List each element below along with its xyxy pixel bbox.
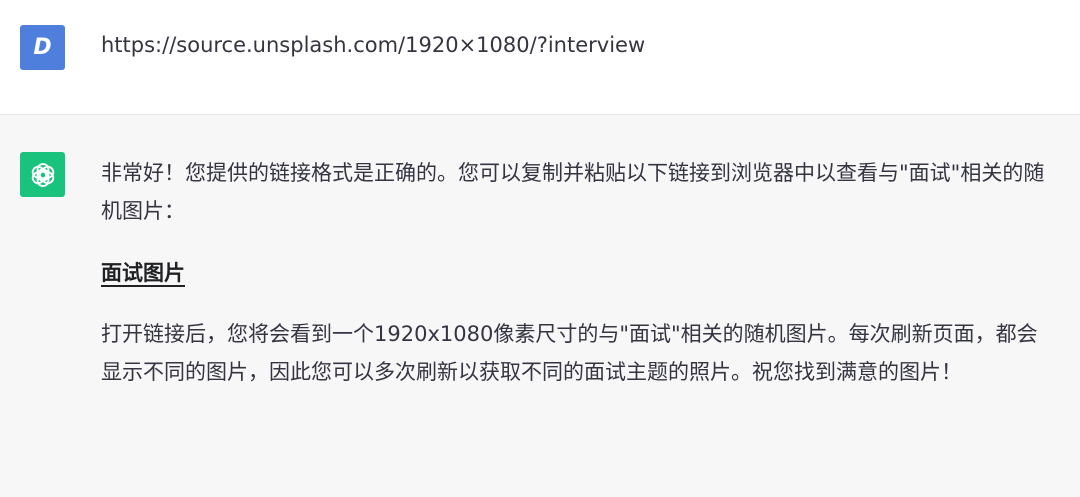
user-message-text: https://source.unsplash.com/1920×1080/?i…	[101, 33, 646, 57]
assistant-link-paragraph: 面试图片	[101, 254, 1056, 292]
assistant-outro-paragraph: 打开链接后，您将会看到一个1920x1080像素尺寸的与"面试"相关的随机图片。…	[101, 322, 1038, 384]
user-avatar-letter: D	[33, 35, 52, 60]
assistant-avatar	[20, 152, 65, 197]
assistant-message-row: 非常好！您提供的链接格式是正确的。您可以复制并粘贴以下链接到浏览器中以查看与"面…	[0, 115, 1080, 497]
assistant-message-content: 非常好！您提供的链接格式是正确的。您可以复制并粘贴以下链接到浏览器中以查看与"面…	[101, 154, 1056, 391]
assistant-intro-paragraph: 非常好！您提供的链接格式是正确的。您可以复制并粘贴以下链接到浏览器中以查看与"面…	[101, 161, 1045, 223]
chat-conversation: D https://source.unsplash.com/1920×1080/…	[0, 0, 1080, 497]
user-message-row: D https://source.unsplash.com/1920×1080/…	[0, 0, 1080, 115]
interview-image-link[interactable]: 面试图片	[101, 261, 185, 285]
user-avatar: D	[20, 25, 65, 70]
openai-logo-icon	[31, 162, 54, 187]
